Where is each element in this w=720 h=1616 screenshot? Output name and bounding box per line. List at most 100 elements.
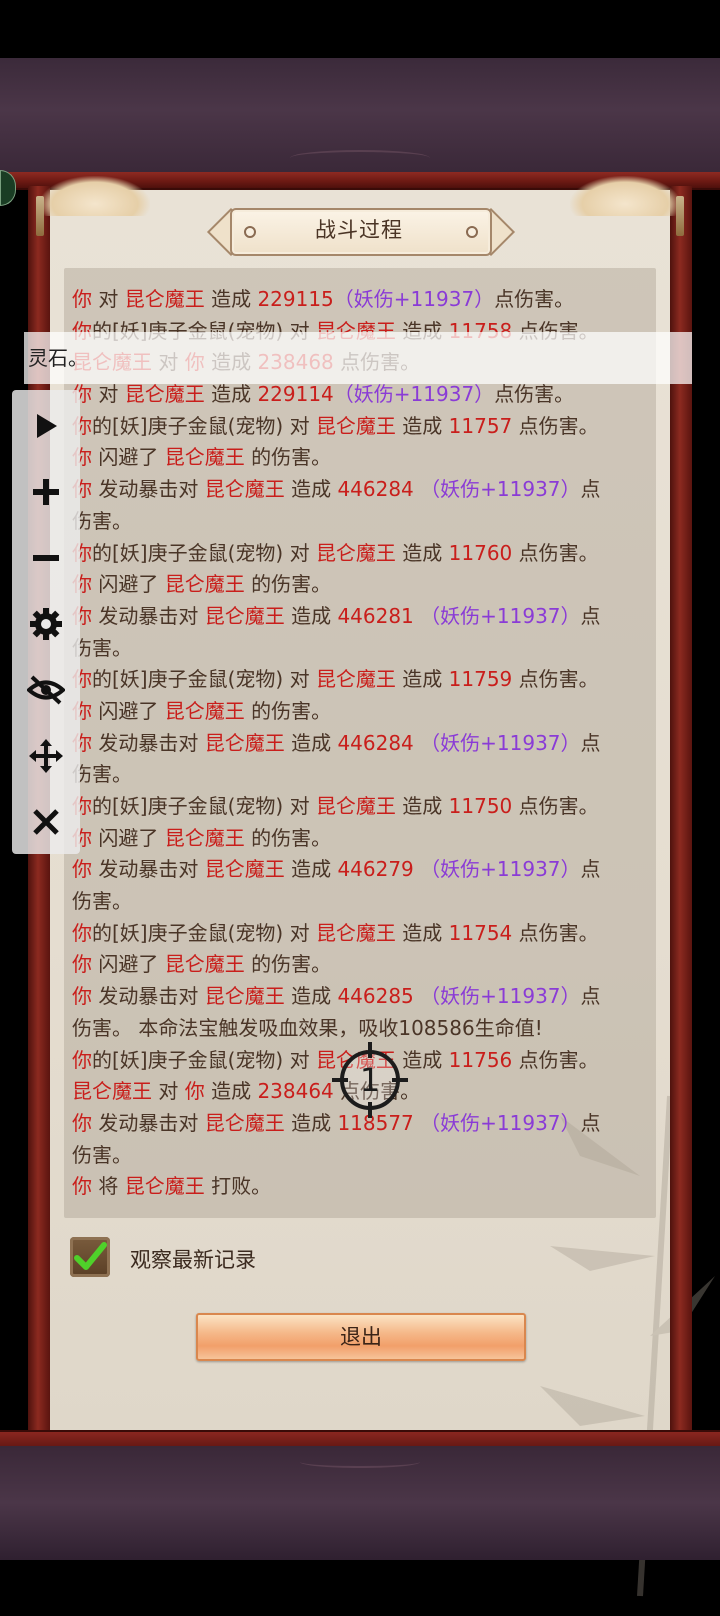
play-icon[interactable] <box>26 406 66 446</box>
log-segment: 造成 <box>395 794 449 818</box>
cloud-ornament-right <box>570 176 680 216</box>
log-segment: 11754 <box>448 920 513 945</box>
header-band <box>0 58 720 173</box>
log-segment: 昆仑魔王 <box>204 603 285 628</box>
log-segment: 11750 <box>448 794 513 818</box>
log-segment: 点 <box>580 984 601 1009</box>
cloud-ornament-left <box>40 176 150 216</box>
log-segment: 你 <box>72 1174 92 1199</box>
eye-off-icon[interactable] <box>26 670 66 710</box>
log-segment: 点 <box>580 730 601 755</box>
tassel-left <box>36 196 44 236</box>
log-segment: 昆仑魔王 <box>204 984 285 1009</box>
log-segment: 238464 <box>257 1079 334 1104</box>
exit-button[interactable]: 退出 <box>196 1313 526 1361</box>
log-segment: 闪避了 <box>92 698 165 723</box>
log-segment: 你 <box>72 287 92 311</box>
gear-icon[interactable] <box>26 604 66 644</box>
log-line: 你的[妖]庚子金鼠(宠物) 对 昆仑魔王 造成 11754 点伤害。 <box>72 918 652 950</box>
log-segment: 造成 <box>395 413 449 438</box>
log-segment: 点 <box>580 857 601 882</box>
log-segment: 造成 <box>395 667 449 692</box>
log-segment: 造成 <box>284 730 338 755</box>
log-segment: 点伤害。 <box>512 667 599 692</box>
log-segment: 打败。 <box>204 1174 272 1199</box>
log-segment: 造成 <box>204 1079 258 1104</box>
minus-icon[interactable] <box>26 538 66 578</box>
log-line: 你 闪避了 昆仑魔王 的伤害。 <box>72 442 652 474</box>
log-segment: 昆仑魔王 <box>315 920 396 945</box>
log-segment: 的伤害。 <box>244 572 332 597</box>
log-segment: 你 <box>72 952 92 977</box>
log-segment: 昆仑魔王 <box>204 857 285 882</box>
log-segment: 的伤害。 <box>244 952 332 977</box>
log-segment: 造成 <box>284 603 338 628</box>
checkmark-icon <box>74 1242 107 1270</box>
log-segment: 昆仑魔王 <box>72 1079 152 1104</box>
plus-icon[interactable] <box>26 472 66 512</box>
crosshair-label: 1 <box>359 1061 381 1099</box>
log-segment: 伤害。 <box>72 635 132 660</box>
log-segment: （妖伤+11937） <box>413 984 581 1009</box>
log-segment: 的伤害。 <box>244 825 332 850</box>
log-line: 你 闪避了 昆仑魔王 的伤害。 <box>72 696 652 728</box>
log-segment: 点 <box>580 1110 601 1135</box>
page-title: 战斗过程 <box>315 218 403 242</box>
log-segment: 11759 <box>448 667 513 692</box>
log-line: 伤害。 <box>72 633 652 665</box>
close-icon[interactable] <box>26 802 66 842</box>
watch-latest-label: 观察最新记录 <box>130 1248 256 1272</box>
log-segment: 造成 <box>284 857 338 882</box>
log-line: 你 将 昆仑魔王 打败。 <box>72 1171 652 1203</box>
log-segment: 点伤害。 <box>494 382 575 407</box>
log-segment: 你 <box>72 984 92 1009</box>
log-segment: 伤害。 <box>72 1142 132 1167</box>
log-segment: 造成 <box>395 920 449 945</box>
log-segment: 446284 <box>337 730 414 755</box>
log-segment: （妖伤+11937） <box>413 477 581 502</box>
log-segment: 闪避了 <box>92 825 165 850</box>
log-segment: 造成 <box>284 984 338 1009</box>
log-segment: 伤害。 <box>72 508 132 533</box>
toast-notification: 灵石。 <box>24 332 692 384</box>
log-segment: 229114 <box>257 382 334 407</box>
log-line: 伤害。 <box>72 886 652 918</box>
log-segment: 点伤害。 <box>494 287 575 311</box>
log-segment: 昆仑魔王 <box>164 445 245 470</box>
log-segment: 点伤害。 <box>512 794 599 818</box>
log-segment: 你 <box>72 1110 92 1135</box>
log-segment: 发动暴击对 <box>92 603 205 628</box>
toast-text: 灵石。 <box>28 346 88 370</box>
status-bar <box>0 0 720 58</box>
log-line: 你的[妖]庚子金鼠(宠物) 对 昆仑魔王 造成 11760 点伤害。 <box>72 538 652 570</box>
log-segment: 昆仑魔王 <box>124 1174 205 1199</box>
log-segment: 造成 <box>284 477 338 502</box>
log-segment: 昆仑魔王 <box>124 287 205 311</box>
log-line: 你的[妖]庚子金鼠(宠物) 对 昆仑魔王 造成 11750 点伤害。 <box>72 791 652 823</box>
log-segment: 446284 <box>337 477 414 502</box>
log-line: 你 对 昆仑魔王 造成 229115（妖伤+11937）点伤害。 <box>72 284 652 316</box>
log-line: 你 发动暴击对 昆仑魔王 造成 446285 （妖伤+11937）点 <box>72 981 652 1013</box>
log-segment: 伤害。 <box>72 762 132 787</box>
log-segment: 发动暴击对 <box>92 730 205 755</box>
log-segment: （妖伤+11937） <box>413 857 581 882</box>
log-segment: 你 <box>72 920 92 945</box>
log-segment: 将 <box>92 1174 125 1199</box>
log-line: 你的[妖]庚子金鼠(宠物) 对 昆仑魔王 造成 11759 点伤害。 <box>72 664 652 696</box>
log-segment: 昆仑魔王 <box>164 952 245 977</box>
log-segment: 的[妖]庚子金鼠(宠物) 对 <box>92 794 316 818</box>
log-segment: 发动暴击对 <box>92 984 205 1009</box>
watch-latest-checkbox[interactable] <box>70 1237 110 1277</box>
log-segment: （妖伤+11937） <box>333 382 495 407</box>
log-segment: 11756 <box>448 1047 513 1072</box>
log-segment: 的伤害。 <box>244 698 332 723</box>
log-segment: 昆仑魔王 <box>315 667 396 692</box>
log-segment: 的伤害。 <box>244 445 332 470</box>
footer-band <box>0 1446 720 1560</box>
log-segment: 对 <box>152 1079 185 1104</box>
log-segment: 的[妖]庚子金鼠(宠物) 对 <box>92 540 316 565</box>
log-segment: 11760 <box>448 540 513 565</box>
move-icon[interactable] <box>26 736 66 776</box>
log-segment: 446279 <box>337 857 414 882</box>
log-segment: 11757 <box>448 413 513 438</box>
